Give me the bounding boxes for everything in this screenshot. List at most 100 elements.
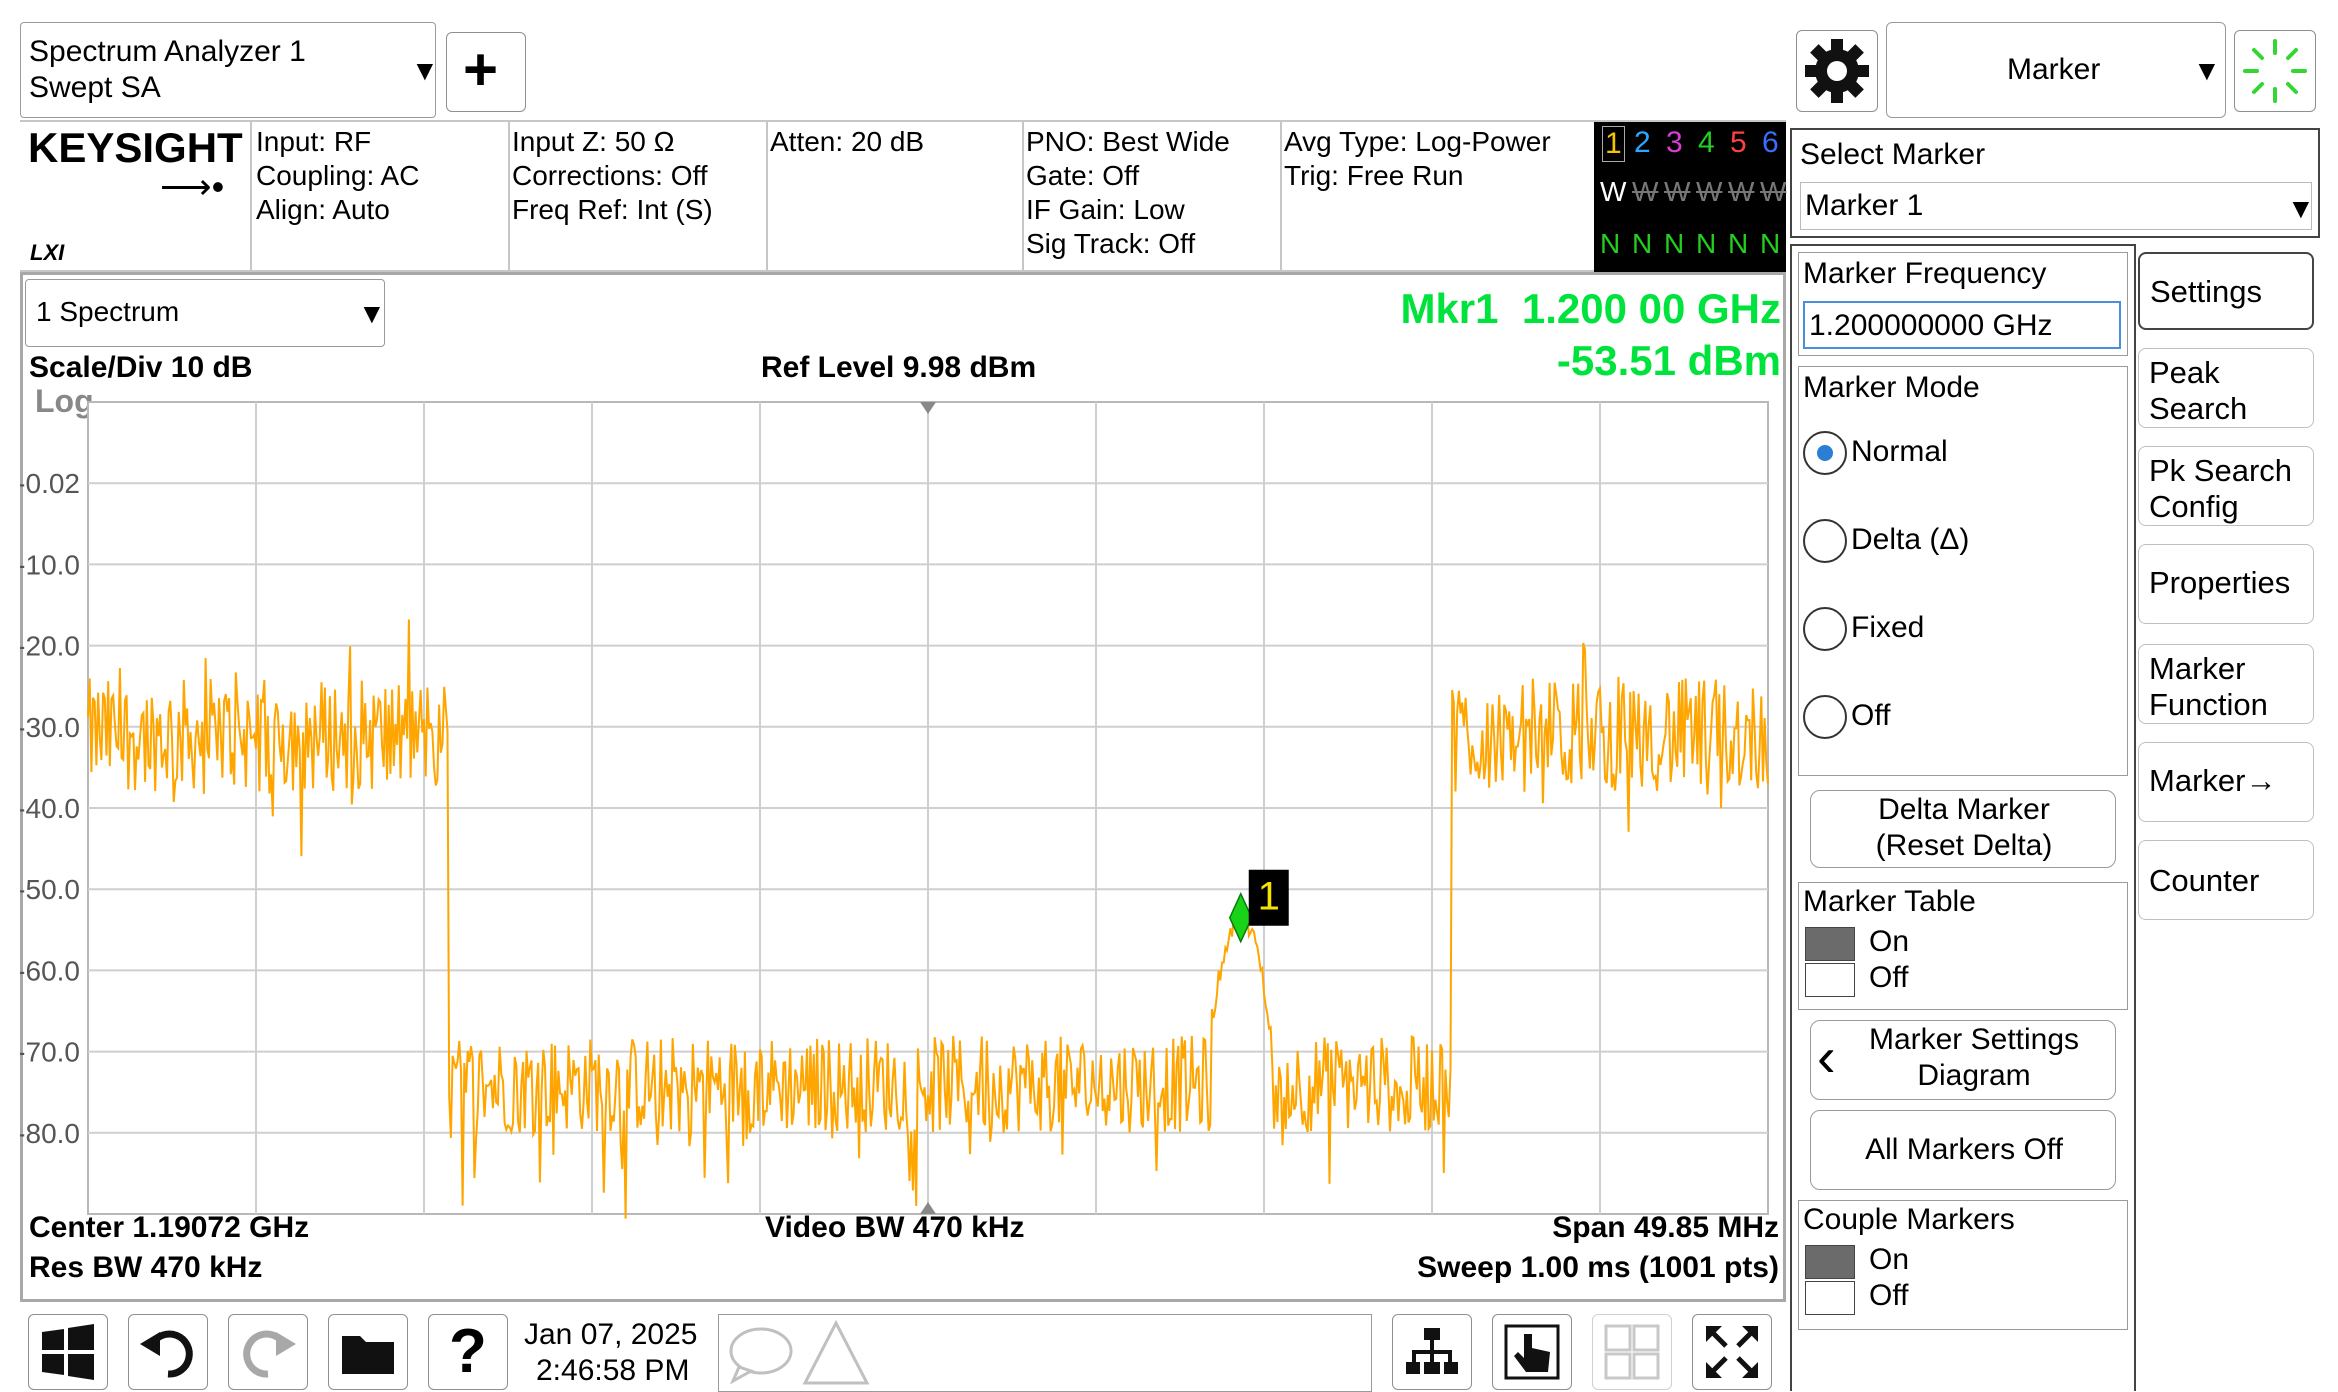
scale-div-label: Scale/Div 10 dB <box>29 351 253 384</box>
y-tick-label: -0.02 <box>20 468 80 499</box>
couple-markers-on-label: On <box>1869 1243 1910 1276</box>
delta-marker-line2: (Reset Delta) <box>1875 829 2053 862</box>
info-corrections: Corrections: Off <box>512 160 708 191</box>
marker-readout-amplitude: -53.51 dBm <box>1556 337 1781 384</box>
trace-3-detector: N <box>1664 228 1685 259</box>
tab-peak-search[interactable]: Peak Search <box>2138 348 2314 428</box>
lxi-logo: LXI <box>30 240 65 265</box>
spectrum-plot[interactable]: -0.02 -10.0 -20.0 -30.0 -40.0 -50.0 -60.0 -70.0… <box>20 272 1786 1302</box>
mode-delta-label: Delta (Δ) <box>1851 523 1970 556</box>
trace-indicator[interactable]: 1 2 3 4 5 6 W W W W W W N N N N N N <box>1594 122 1786 272</box>
y-tick-label: -60.0 <box>20 955 80 986</box>
menu-selector-label: Marker <box>2007 53 2101 86</box>
tab-settings[interactable]: Settings <box>2138 252 2314 330</box>
y-tick-label: -10.0 <box>20 549 80 580</box>
marker-mode-group: Marker Mode Normal Delta (Δ) Fixed Off <box>1798 366 2128 776</box>
y-tick-label: -70.0 <box>20 1037 80 1068</box>
marker-1-label: 1 <box>1258 875 1280 919</box>
radio-icon <box>1803 695 1847 739</box>
ref-level-label: Ref Level 9.98 dBm <box>761 351 1037 384</box>
full-screen-button[interactable] <box>1692 1314 1772 1390</box>
add-screen-button[interactable]: + <box>446 32 526 112</box>
message-icon <box>729 1327 793 1385</box>
input-arrow-icon: ⟶• <box>160 166 225 207</box>
delta-marker-button[interactable]: Delta Marker (Reset Delta) <box>1810 790 2116 868</box>
trace-6-detector: N <box>1760 228 1781 259</box>
marker-settings-diagram-button[interactable]: ‹ Marker Settings Diagram <box>1810 1020 2116 1100</box>
menu-selector[interactable]: Marker ▼ <box>1886 22 2226 118</box>
touch-hand-icon <box>1504 1324 1560 1380</box>
tab-properties-label: Properties <box>2149 565 2291 600</box>
windows-start-button[interactable] <box>28 1314 108 1390</box>
trace-2-number: 2 <box>1634 126 1651 159</box>
tab-counter[interactable]: Counter <box>2138 840 2314 920</box>
chevron-down-icon: ▼ <box>411 55 439 86</box>
settings-diagram-line1: Marker Settings <box>1868 1023 2080 1056</box>
y-tick-label: -50.0 <box>20 874 80 905</box>
y-tick-label: -30.0 <box>20 712 80 743</box>
tab-pk-search-config[interactable]: Pk Search Config <box>2138 446 2314 526</box>
trace-4-detector: N <box>1696 228 1717 259</box>
marker-1-label-box <box>1248 869 1289 926</box>
file-button[interactable] <box>328 1314 408 1390</box>
view-selector[interactable]: 1 Spectrum ▼ <box>25 279 386 347</box>
y-tick-label: -20.0 <box>20 631 80 662</box>
layout-button[interactable] <box>1592 1314 1672 1390</box>
trace-3-number: 3 <box>1666 126 1683 159</box>
y-tick-label: -40.0 <box>20 793 80 824</box>
mode-normal-label: Normal <box>1851 435 1948 468</box>
mode-delta-option[interactable]: Delta (Δ) <box>1803 519 2103 567</box>
trace-1-detector: N <box>1600 228 1621 259</box>
trace-numbers-row: 1 2 3 4 5 6 <box>1594 126 1786 166</box>
marker-table-label: Marker Table <box>1803 885 1976 918</box>
settings-button[interactable] <box>1796 30 1878 112</box>
tab-marker-function[interactable]: Marker Function <box>2138 644 2314 724</box>
trace-2-detector: N <box>1632 228 1653 259</box>
marker-frequency-field[interactable]: 1.200000000 GHz <box>1803 301 2121 349</box>
res-bw-label: Res BW 470 kHz <box>29 1251 263 1284</box>
marker-mode-label: Marker Mode <box>1803 371 1980 404</box>
tab-counter-label: Counter <box>2149 863 2260 898</box>
mode-fixed-label: Fixed <box>1851 611 1925 644</box>
tab-marker-to[interactable]: Marker→ <box>2138 742 2314 822</box>
busy-indicator-button[interactable] <box>2234 30 2316 112</box>
couple-markers-group: Couple Markers On Off <box>1798 1200 2128 1330</box>
trace-1-line <box>87 619 1769 1219</box>
video-bw-label: Video BW 470 kHz <box>765 1211 1025 1244</box>
trace-5-mode: W <box>1728 176 1755 207</box>
all-markers-off-button[interactable]: All Markers Off <box>1810 1110 2116 1190</box>
tab-marker-function-label-2: Function <box>2149 687 2268 722</box>
info-trig: Trig: Free Run <box>1284 160 1464 191</box>
tab-properties[interactable]: Properties <box>2138 544 2314 624</box>
redo-button[interactable] <box>228 1314 308 1390</box>
marker-table-toggle[interactable] <box>1803 925 1859 1001</box>
mode-off-label: Off <box>1851 699 1891 732</box>
control-panel-button[interactable] <box>1392 1314 1472 1390</box>
trace-1-mode: W <box>1600 176 1627 207</box>
undo-button[interactable] <box>128 1314 208 1390</box>
select-marker-dropdown[interactable]: Select Marker Marker 1 ▼ <box>1790 128 2320 238</box>
mode-normal-option[interactable]: Normal <box>1803 431 2103 479</box>
trace-4-number: 4 <box>1698 126 1715 159</box>
touch-button[interactable] <box>1492 1314 1572 1390</box>
trace-detector-row: N N N N N N <box>1594 228 1786 264</box>
marker-frequency-label: Marker Frequency <box>1803 257 2047 290</box>
sweep-label: Sweep 1.00 ms (1001 pts) <box>1417 1251 1779 1284</box>
undo-icon <box>140 1330 193 1378</box>
span-label: Span 49.85 MHz <box>1552 1211 1779 1244</box>
mode-fixed-option[interactable]: Fixed <box>1803 607 2103 655</box>
trace-5-detector: N <box>1728 228 1749 259</box>
instrument-selector[interactable]: Spectrum Analyzer 1 Swept SA ▼ <box>20 22 439 118</box>
couple-markers-toggle[interactable] <box>1803 1243 1859 1319</box>
mode-off-option[interactable]: Off <box>1803 695 2103 743</box>
trace-3-mode: W <box>1664 176 1691 207</box>
marker-readout-frequency: Mkr1 1.200 00 GHz <box>1400 285 1781 332</box>
message-area[interactable] <box>718 1314 1372 1392</box>
info-sig-track: Sig Track: Off <box>1026 228 1196 259</box>
chevron-down-icon: ▼ <box>358 298 386 329</box>
help-button[interactable]: ? <box>428 1314 508 1390</box>
scale-type-label: Log <box>35 383 94 419</box>
tab-marker-to-label: Marker→ <box>2149 763 2277 798</box>
couple-markers-off-label: Off <box>1869 1279 1909 1312</box>
display-frame: 1 Spectrum ▼ Scale/Div 10 dB Log Ref Lev… <box>20 272 1786 1302</box>
